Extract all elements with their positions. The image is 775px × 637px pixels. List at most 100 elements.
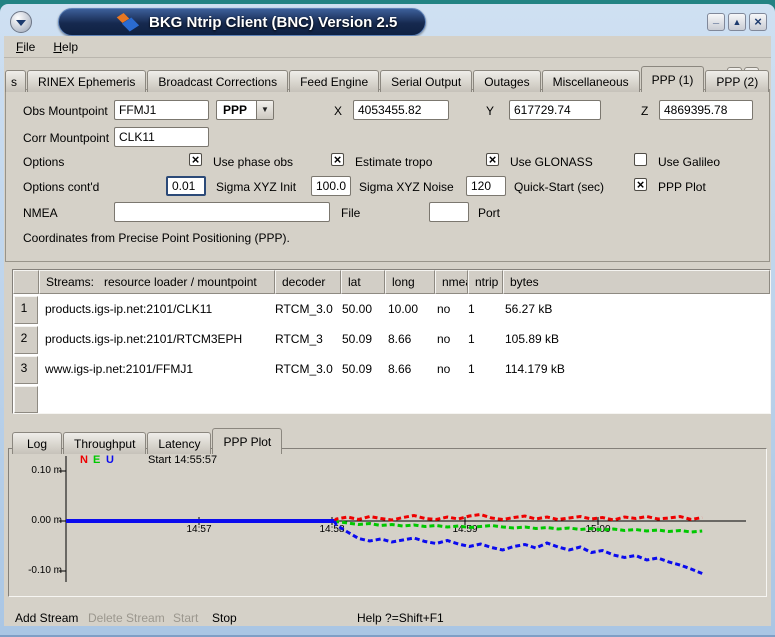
window-menu-down-arrow-icon (16, 20, 26, 26)
col-header-mountpoint[interactable]: Streams: resource loader / mountpoint (39, 270, 275, 294)
cell-mountpoint[interactable]: products.igs-ip.net:2101/CLK11 (45, 302, 212, 316)
close-button[interactable]: × (749, 13, 767, 31)
cell-bytes[interactable]: 114.179 kB (505, 362, 565, 376)
close-icon: × (754, 14, 762, 29)
window-chrome: BKG Ntrip Client (BNC) Version 2.5 _ ▲ ×… (0, 4, 775, 637)
corr-mountpoint-label: Corr Mountpoint (23, 131, 109, 145)
tab-miscellaneous[interactable]: Miscellaneous (542, 70, 640, 92)
stop-button[interactable]: Stop (212, 611, 237, 625)
tab-broadcast-corrections[interactable]: Broadcast Corrections (147, 70, 288, 92)
estimate-tropo-checkbox[interactable]: × (331, 153, 344, 166)
tab-latency[interactable]: Latency (147, 432, 211, 454)
cell-long[interactable]: 10.00 (388, 302, 418, 316)
use-galileo-label: Use Galileo (658, 155, 720, 169)
use-phase-obs-checkbox[interactable]: × (189, 153, 202, 166)
table-corner-header (13, 270, 39, 294)
cell-long[interactable]: 8.66 (388, 362, 411, 376)
cell-bytes[interactable]: 56.27 kB (505, 302, 552, 316)
delete-stream-button[interactable]: Delete Stream (88, 611, 165, 625)
combo-dropdown-icon: ▼ (256, 101, 273, 119)
cell-nmea[interactable]: no (437, 332, 450, 346)
help-shortcut-label: Help ?=Shift+F1 (357, 611, 444, 625)
col-header-long[interactable]: long (385, 270, 435, 294)
sigma-xyz-noise-field[interactable] (311, 176, 351, 196)
cell-lat[interactable]: 50.09 (342, 362, 372, 376)
use-galileo-checkbox[interactable] (634, 153, 647, 166)
cell-long[interactable]: 8.66 (388, 332, 411, 346)
tab-ppp-2[interactable]: PPP (2) (705, 70, 769, 92)
use-glonass-checkbox[interactable]: × (486, 153, 499, 166)
quick-start-label: Quick-Start (sec) (514, 180, 604, 194)
col-header-nmea[interactable]: nmea (435, 270, 468, 294)
checkmark-icon: × (192, 152, 200, 167)
bnc-window: BKG Ntrip Client (BNC) Version 2.5 _ ▲ ×… (0, 0, 775, 637)
cell-mountpoint[interactable]: products.igs-ip.net:2101/RTCM3EPH (45, 332, 242, 346)
obs-mountpoint-field[interactable] (114, 100, 209, 120)
row-header-2[interactable]: 2 (14, 326, 38, 354)
cell-ntrip[interactable]: 1 (468, 302, 475, 316)
sigma-xyz-init-field[interactable] (166, 176, 206, 196)
col-header-decoder[interactable]: decoder (275, 270, 341, 294)
row-header-3[interactable]: 3 (14, 356, 38, 384)
nmea-port-label: Port (478, 206, 500, 220)
row-header-empty (14, 386, 38, 413)
sigma-xyz-init-label: Sigma XYZ Init (216, 180, 296, 194)
y-label: Y (486, 104, 494, 118)
z-coordinate-field[interactable] (659, 100, 753, 120)
quick-start-field[interactable] (466, 176, 506, 196)
tab-ppp-1-selected[interactable]: PPP (1) (641, 66, 705, 92)
col-header-bytes[interactable]: bytes (503, 270, 770, 294)
col-header-lat[interactable]: lat (341, 270, 385, 294)
cell-decoder[interactable]: RTCM_3.0 (275, 302, 333, 316)
row-header-1[interactable]: 1 (14, 296, 38, 324)
col-header-ntrip[interactable]: ntrip (468, 270, 503, 294)
cell-ntrip[interactable]: 1 (468, 362, 475, 376)
sigma-xyz-noise-label: Sigma XYZ Noise (359, 180, 454, 194)
tab-outages[interactable]: Outages (473, 70, 540, 92)
tab-rinex-ephemeris[interactable]: RINEX Ephemeris (27, 70, 146, 92)
maximize-button[interactable]: ▲ (728, 13, 746, 31)
cell-bytes[interactable]: 105.89 kB (505, 332, 559, 346)
cell-nmea[interactable]: no (437, 362, 450, 376)
obs-mountpoint-label: Obs Mountpoint (23, 104, 108, 118)
nmea-port-field[interactable] (429, 202, 469, 222)
window-menu-button[interactable] (10, 11, 32, 33)
checkmark-icon: × (334, 152, 342, 167)
ppp-mode-value: PPP (217, 101, 256, 119)
cell-decoder[interactable]: RTCM_3 (275, 332, 323, 346)
tab-ppp-plot-selected[interactable]: PPP Plot (212, 428, 282, 454)
log-tab-bar: Log Throughput Latency PPP Plot (12, 428, 283, 454)
titlebar: BKG Ntrip Client (BNC) Version 2.5 _ ▲ × (0, 8, 775, 36)
start-button[interactable]: Start (173, 611, 198, 625)
estimate-tropo-label: Estimate tropo (355, 155, 432, 169)
cell-lat[interactable]: 50.00 (342, 302, 372, 316)
nmea-label: NMEA (23, 206, 58, 220)
tab-serial-output[interactable]: Serial Output (380, 70, 472, 92)
x-coordinate-field[interactable] (353, 100, 449, 120)
minimize-icon: _ (713, 13, 719, 25)
ppp-mode-combobox[interactable]: PPP ▼ (216, 100, 274, 120)
use-phase-obs-label: Use phase obs (213, 155, 293, 169)
tab-log[interactable]: Log (12, 432, 62, 454)
menu-bar: File Help (4, 36, 771, 58)
panel-caption: Coordinates from Precise Point Positioni… (23, 231, 290, 245)
minimize-button[interactable]: _ (707, 13, 725, 31)
checkmark-icon: × (489, 152, 497, 167)
cell-mountpoint[interactable]: www.igs-ip.net:2101/FFMJ1 (45, 362, 193, 376)
nmea-file-field[interactable] (114, 202, 330, 222)
y-coordinate-field[interactable] (509, 100, 601, 120)
ppp-plot-checkbox[interactable]: × (634, 178, 647, 191)
cell-nmea[interactable]: no (437, 302, 450, 316)
cell-decoder[interactable]: RTCM_3.0 (275, 362, 333, 376)
cell-lat[interactable]: 50.09 (342, 332, 372, 346)
add-stream-button[interactable]: Add Stream (15, 611, 78, 625)
menu-help[interactable]: Help (53, 40, 78, 54)
tab-feed-engine[interactable]: Feed Engine (289, 70, 379, 92)
tab-rinex-observations-truncated[interactable]: s (5, 70, 26, 92)
cell-ntrip[interactable]: 1 (468, 332, 475, 346)
tab-throughput[interactable]: Throughput (63, 432, 146, 454)
options-contd-label: Options cont'd (23, 180, 99, 194)
bnc-logo-icon (117, 13, 141, 31)
corr-mountpoint-field[interactable] (114, 127, 209, 147)
menu-file[interactable]: File (16, 40, 35, 54)
